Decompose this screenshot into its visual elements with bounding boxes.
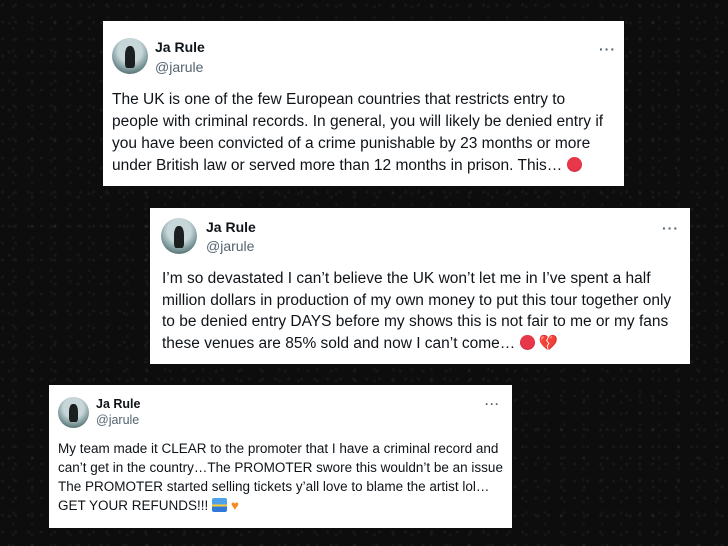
display-name[interactable]: Ja Rule: [206, 219, 256, 235]
tweet-body: The UK is one of the few European countr…: [112, 91, 604, 175]
more-options-button[interactable]: ···: [599, 41, 616, 57]
tweet-text: I’m so devastated I can’t believe the UK…: [162, 268, 682, 355]
more-options-button[interactable]: ···: [662, 220, 679, 236]
username[interactable]: @jarule: [206, 238, 254, 254]
username[interactable]: @jarule: [155, 59, 203, 75]
tweet-text: The UK is one of the few European countr…: [112, 89, 607, 178]
tweet-text: My team made it CLEAR to the promoter th…: [58, 440, 506, 516]
tweet-card-1: Ja Rule @jarule ··· The UK is one of the…: [103, 21, 624, 186]
orange-heart-icon: ♥: [230, 497, 239, 513]
angry-face-icon: [566, 157, 582, 173]
tweet-body: My team made it CLEAR to the promoter th…: [58, 441, 503, 513]
tweet-body: I’m so devastated I can’t believe the UK…: [162, 270, 672, 353]
angry-face-icon: [519, 335, 535, 351]
sunrise-icon: [212, 497, 228, 512]
tweet-card-3: Ja Rule @jarule ··· My team made it CLEA…: [49, 385, 512, 528]
username[interactable]: @jarule: [96, 413, 139, 427]
tweet-card-2: Ja Rule @jarule ··· I’m so devastated I …: [150, 208, 690, 364]
avatar[interactable]: [161, 218, 197, 254]
broken-heart-icon: 💔: [538, 335, 559, 353]
avatar[interactable]: [112, 38, 148, 74]
display-name[interactable]: Ja Rule: [96, 397, 140, 411]
more-options-button[interactable]: ···: [485, 397, 500, 411]
avatar[interactable]: [58, 397, 89, 428]
display-name[interactable]: Ja Rule: [155, 39, 205, 55]
